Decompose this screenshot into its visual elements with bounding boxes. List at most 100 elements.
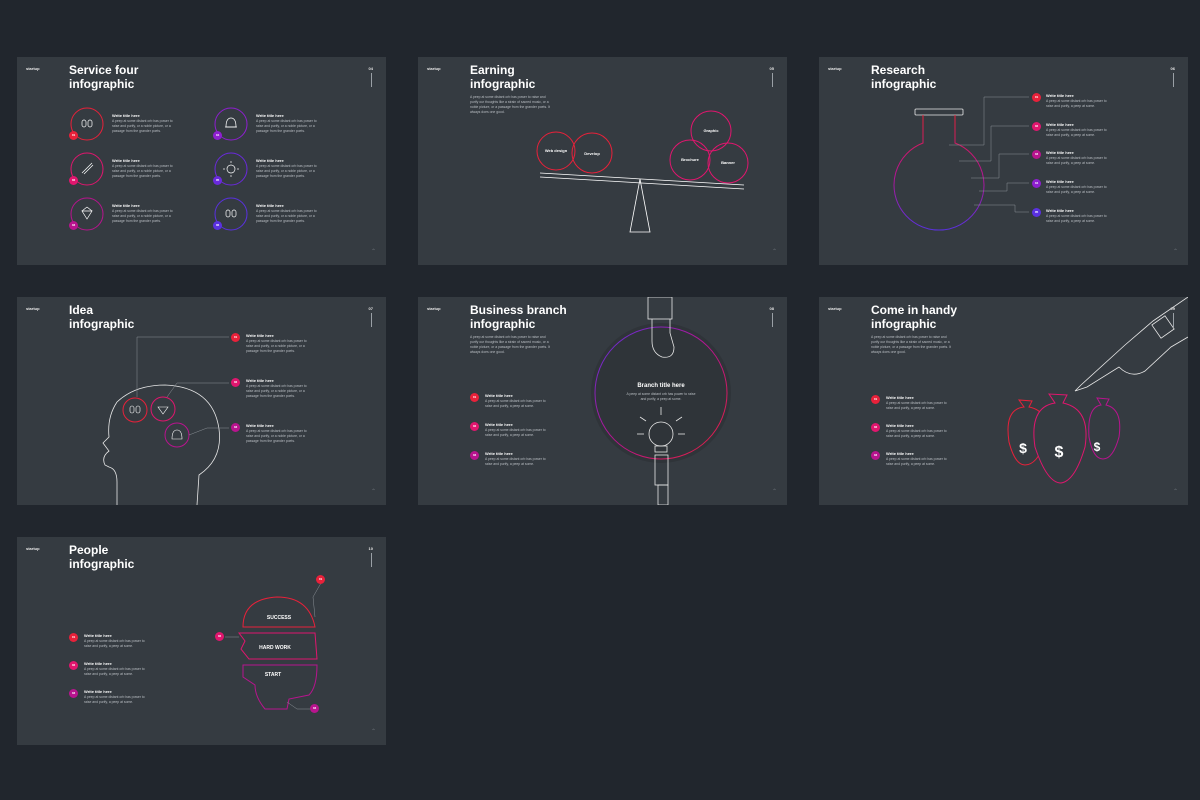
chevron-up-icon: ⌃ bbox=[1172, 489, 1178, 495]
branch-title: Branch title here bbox=[637, 383, 685, 389]
bubble-label: Develop bbox=[584, 151, 600, 156]
item-text: A peep at some distant orb has power to … bbox=[256, 209, 317, 223]
step-badge: 03 bbox=[69, 689, 78, 698]
step-badge: 06 bbox=[213, 221, 222, 230]
item-title: Write title here bbox=[1046, 208, 1074, 213]
item-title: Write title here bbox=[1046, 179, 1074, 184]
branch-text: A peep at some distant orb has power to … bbox=[626, 392, 696, 401]
item-text: A peep at some distant orb has power to … bbox=[485, 428, 546, 437]
item-text: A peep at some distant orb has power to … bbox=[256, 164, 317, 178]
step-badge: 03 bbox=[1032, 150, 1041, 159]
item-title: Write title here bbox=[84, 633, 112, 638]
step-badge: 02 bbox=[871, 423, 880, 432]
slide-earning[interactable]: startup 05 Earning infographic A peep at … bbox=[418, 57, 787, 265]
item-title: Write title here bbox=[256, 113, 284, 118]
item-text: A peep at some distant orb has power to … bbox=[886, 401, 947, 410]
flask-graphic bbox=[893, 96, 1029, 231]
step-label: HARD WORK bbox=[259, 645, 291, 651]
item-title: Write title here bbox=[246, 333, 274, 338]
item-title: Write title here bbox=[485, 451, 513, 456]
step-badge: 03 bbox=[470, 451, 479, 460]
item-text: A peep at some distant orb has power to … bbox=[84, 667, 145, 676]
item-title: Write title here bbox=[485, 393, 513, 398]
item-title: Write title here bbox=[1046, 150, 1074, 155]
step-badge: 05 bbox=[1032, 208, 1041, 217]
bubble-label: Brochure bbox=[681, 157, 700, 162]
step-badge: 02 bbox=[69, 661, 78, 670]
service-icons-graphic bbox=[70, 107, 248, 231]
step-badge: 01 bbox=[69, 131, 78, 140]
item-text: A peep at some distant orb has power to … bbox=[886, 429, 947, 438]
step-badge: 04 bbox=[1032, 179, 1041, 188]
step-badge: 01 bbox=[871, 395, 880, 404]
slide-idea[interactable]: startup 07 Idea infographic 01 02 03 Writ… bbox=[17, 297, 386, 505]
item-text: A peep at some distant orb has power to … bbox=[1046, 156, 1107, 165]
item-title: Write title here bbox=[246, 423, 274, 428]
bubble-label: Graphic bbox=[703, 128, 719, 133]
step-badge: 05 bbox=[213, 176, 222, 185]
item-title: Write title here bbox=[112, 113, 140, 118]
item-title: Write title here bbox=[886, 451, 914, 456]
item-title: Write title here bbox=[256, 203, 284, 208]
item-text: A peep at some distant orb has power to … bbox=[246, 384, 307, 398]
item-text: A peep at some distant orb has power to … bbox=[485, 457, 546, 466]
step-badge: 02 bbox=[231, 378, 240, 387]
step-label: SUCCESS bbox=[267, 615, 292, 621]
step-badge: 03 bbox=[231, 423, 240, 432]
item-text: A peep at some distant orb has power to … bbox=[84, 695, 145, 704]
step-badge: 02 bbox=[69, 176, 78, 185]
slide-business-branch[interactable]: startup 08 Business branch infographic A … bbox=[418, 297, 787, 505]
dollar-icon: $ bbox=[1019, 440, 1027, 456]
item-title: Write title here bbox=[485, 422, 513, 427]
item-text: A peep at some distant orb has power to … bbox=[1046, 99, 1107, 108]
chevron-up-icon: ⌃ bbox=[771, 489, 777, 495]
item-title: Write title here bbox=[1046, 93, 1074, 98]
head-badge: 03 bbox=[310, 704, 319, 713]
head-badge: 02 bbox=[215, 632, 224, 641]
dollar-icon: $ bbox=[1055, 444, 1064, 461]
slide-people[interactable]: startup 10 People infographic SUCCESS HAR… bbox=[17, 537, 386, 745]
item-text: A peep at some distant orb has power to … bbox=[886, 457, 947, 466]
item-title: Write title here bbox=[886, 423, 914, 428]
step-badge: 02 bbox=[1032, 122, 1041, 131]
step-badge: 04 bbox=[213, 131, 222, 140]
item-title: Write title here bbox=[84, 661, 112, 666]
item-title: Write title here bbox=[256, 158, 284, 163]
item-text: A peep at some distant orb has power to … bbox=[1046, 185, 1107, 194]
chevron-up-icon: ⌃ bbox=[771, 249, 777, 255]
step-badge: 01 bbox=[231, 333, 240, 342]
balance-scale-graphic: Web design Develop Graphic Brochure Bann… bbox=[536, 110, 749, 233]
step-badge: 03 bbox=[69, 221, 78, 230]
head-badge: 01 bbox=[316, 575, 325, 584]
item-text: A peep at some distant orb has power to … bbox=[246, 339, 307, 353]
dollar-icon: $ bbox=[1094, 440, 1101, 454]
step-badge: 01 bbox=[470, 393, 479, 402]
step-badge: 01 bbox=[69, 633, 78, 642]
bubble-label: Banner bbox=[721, 160, 735, 165]
item-title: Write title here bbox=[1046, 122, 1074, 127]
item-text: A peep at some distant orb has power to … bbox=[1046, 128, 1107, 137]
item-title: Write title here bbox=[886, 395, 914, 400]
presentation-overview: { "brand": "startup", "item_title": "Wri… bbox=[0, 0, 1200, 800]
item-text: A peep at some distant orb has power to … bbox=[256, 119, 317, 133]
head-idea-graphic bbox=[102, 336, 229, 505]
slide-research[interactable]: startup 06 Research infographic 01 02 03 … bbox=[819, 57, 1188, 265]
item-text: A peep at some distant orb has power to … bbox=[1046, 214, 1107, 223]
item-title: Write title here bbox=[84, 689, 112, 694]
item-title: Write title here bbox=[246, 378, 274, 383]
item-text: A peep at some distant orb has power to … bbox=[112, 209, 173, 223]
bubble-label: Web design bbox=[545, 148, 568, 153]
item-title: Write title here bbox=[112, 203, 140, 208]
item-text: A peep at some distant orb has power to … bbox=[485, 399, 546, 408]
item-text: A peep at some distant orb has power to … bbox=[246, 429, 307, 443]
step-badge: 03 bbox=[871, 451, 880, 460]
step-badge: 02 bbox=[470, 422, 479, 431]
chevron-up-icon: ⌃ bbox=[370, 729, 376, 735]
slide-come-in-handy[interactable]: startup 09 Come in handy infographic A pe… bbox=[819, 297, 1188, 505]
chevron-up-icon: ⌃ bbox=[370, 489, 376, 495]
slide-service-four[interactable]: startup 04 Service four infographic 01 02… bbox=[17, 57, 386, 265]
step-badge: 01 bbox=[1032, 93, 1041, 102]
chevron-up-icon: ⌃ bbox=[370, 249, 376, 255]
item-text: A peep at some distant orb has power to … bbox=[84, 639, 145, 648]
item-text: A peep at some distant orb has power to … bbox=[112, 164, 173, 178]
